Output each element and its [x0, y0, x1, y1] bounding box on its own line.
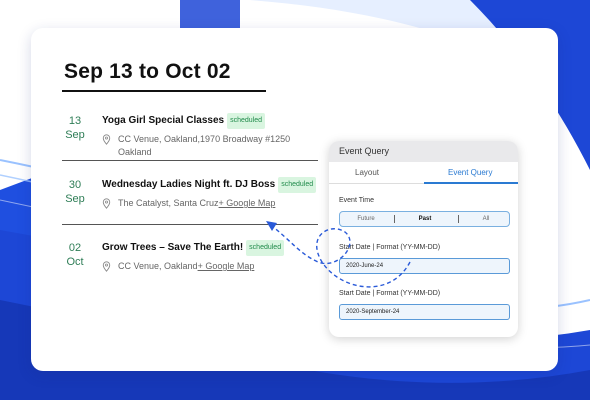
- event-query-panel: Event Query Layout Event Query Event Tim…: [329, 141, 518, 337]
- start-date-input[interactable]: 2020-June-24: [339, 258, 510, 274]
- map-pin-icon: [102, 134, 111, 145]
- event-time-option-all[interactable]: All: [461, 212, 511, 226]
- segment-divider: [458, 215, 459, 223]
- active-tab-indicator: [424, 182, 518, 184]
- map-pin-icon: [102, 198, 111, 209]
- location-text: The Catalyst, Santa Cruz: [118, 198, 219, 208]
- location-text: CC Venue, Oakland,1970 Broadway #1250 Oa…: [118, 134, 291, 157]
- event-title-row: Wednesday Ladies Night ft. DJ Boss schedu…: [102, 177, 318, 193]
- event-location: The Catalyst, Santa Cruz+ Google Map: [102, 197, 318, 210]
- google-map-link[interactable]: + Google Map: [219, 198, 276, 208]
- location-text: CC Venue, Oakland: [118, 261, 198, 271]
- event-divider: [62, 224, 318, 225]
- status-badge: scheduled: [227, 113, 266, 129]
- event-title-row: Grow Trees – Save The Earth! scheduled: [102, 240, 318, 256]
- event-time-option-future[interactable]: Future: [340, 212, 392, 226]
- event-title-row: Yoga Girl Special Classes scheduled: [102, 113, 318, 129]
- panel-title: Event Query: [329, 141, 518, 162]
- title-underline: [62, 90, 266, 92]
- tab-layout[interactable]: Layout: [355, 162, 379, 184]
- event-divider: [62, 160, 318, 161]
- tab-event-query[interactable]: Event Query: [448, 162, 492, 184]
- map-pin-icon: [102, 261, 111, 272]
- event-time-label: Event Time: [339, 197, 375, 204]
- event-title[interactable]: Grow Trees – Save The Earth!: [102, 242, 243, 253]
- status-badge: scheduled: [278, 177, 317, 193]
- event-title[interactable]: Wednesday Ladies Night ft. DJ Boss: [102, 179, 275, 190]
- status-badge: scheduled: [246, 240, 285, 256]
- start-date-label: Start Date | Format (YY-MM-DD): [339, 244, 441, 251]
- event-location: CC Venue, Oakland+ Google Map: [102, 260, 318, 273]
- event-location: CC Venue, Oakland,1970 Broadway #1250 Oa…: [102, 133, 318, 159]
- google-map-link[interactable]: + Google Map: [198, 261, 255, 271]
- event-title[interactable]: Yoga Girl Special Classes: [102, 115, 224, 126]
- date-range-title: Sep 13 to Oct 02: [64, 60, 231, 83]
- event-month: Sep: [65, 129, 85, 141]
- end-date-input[interactable]: 2020-September-24: [339, 304, 510, 320]
- event-item[interactable]: 30 Sep Wednesday Ladies Night ft. DJ Bos…: [62, 177, 318, 211]
- event-item[interactable]: 02 Oct Grow Trees – Save The Earth! sched…: [62, 240, 318, 274]
- segment-divider: [394, 215, 395, 223]
- event-time-option-past[interactable]: Past: [397, 212, 453, 226]
- end-date-label: Start Date | Format (YY-MM-DD): [339, 290, 441, 297]
- event-item[interactable]: 13 Sep Yoga Girl Special Classes schedule…: [62, 113, 318, 157]
- event-month: Oct: [66, 256, 84, 268]
- event-time-selector: Future Past All: [339, 211, 510, 227]
- panel-tabs: Layout Event Query: [329, 162, 518, 184]
- event-month: Sep: [65, 193, 85, 205]
